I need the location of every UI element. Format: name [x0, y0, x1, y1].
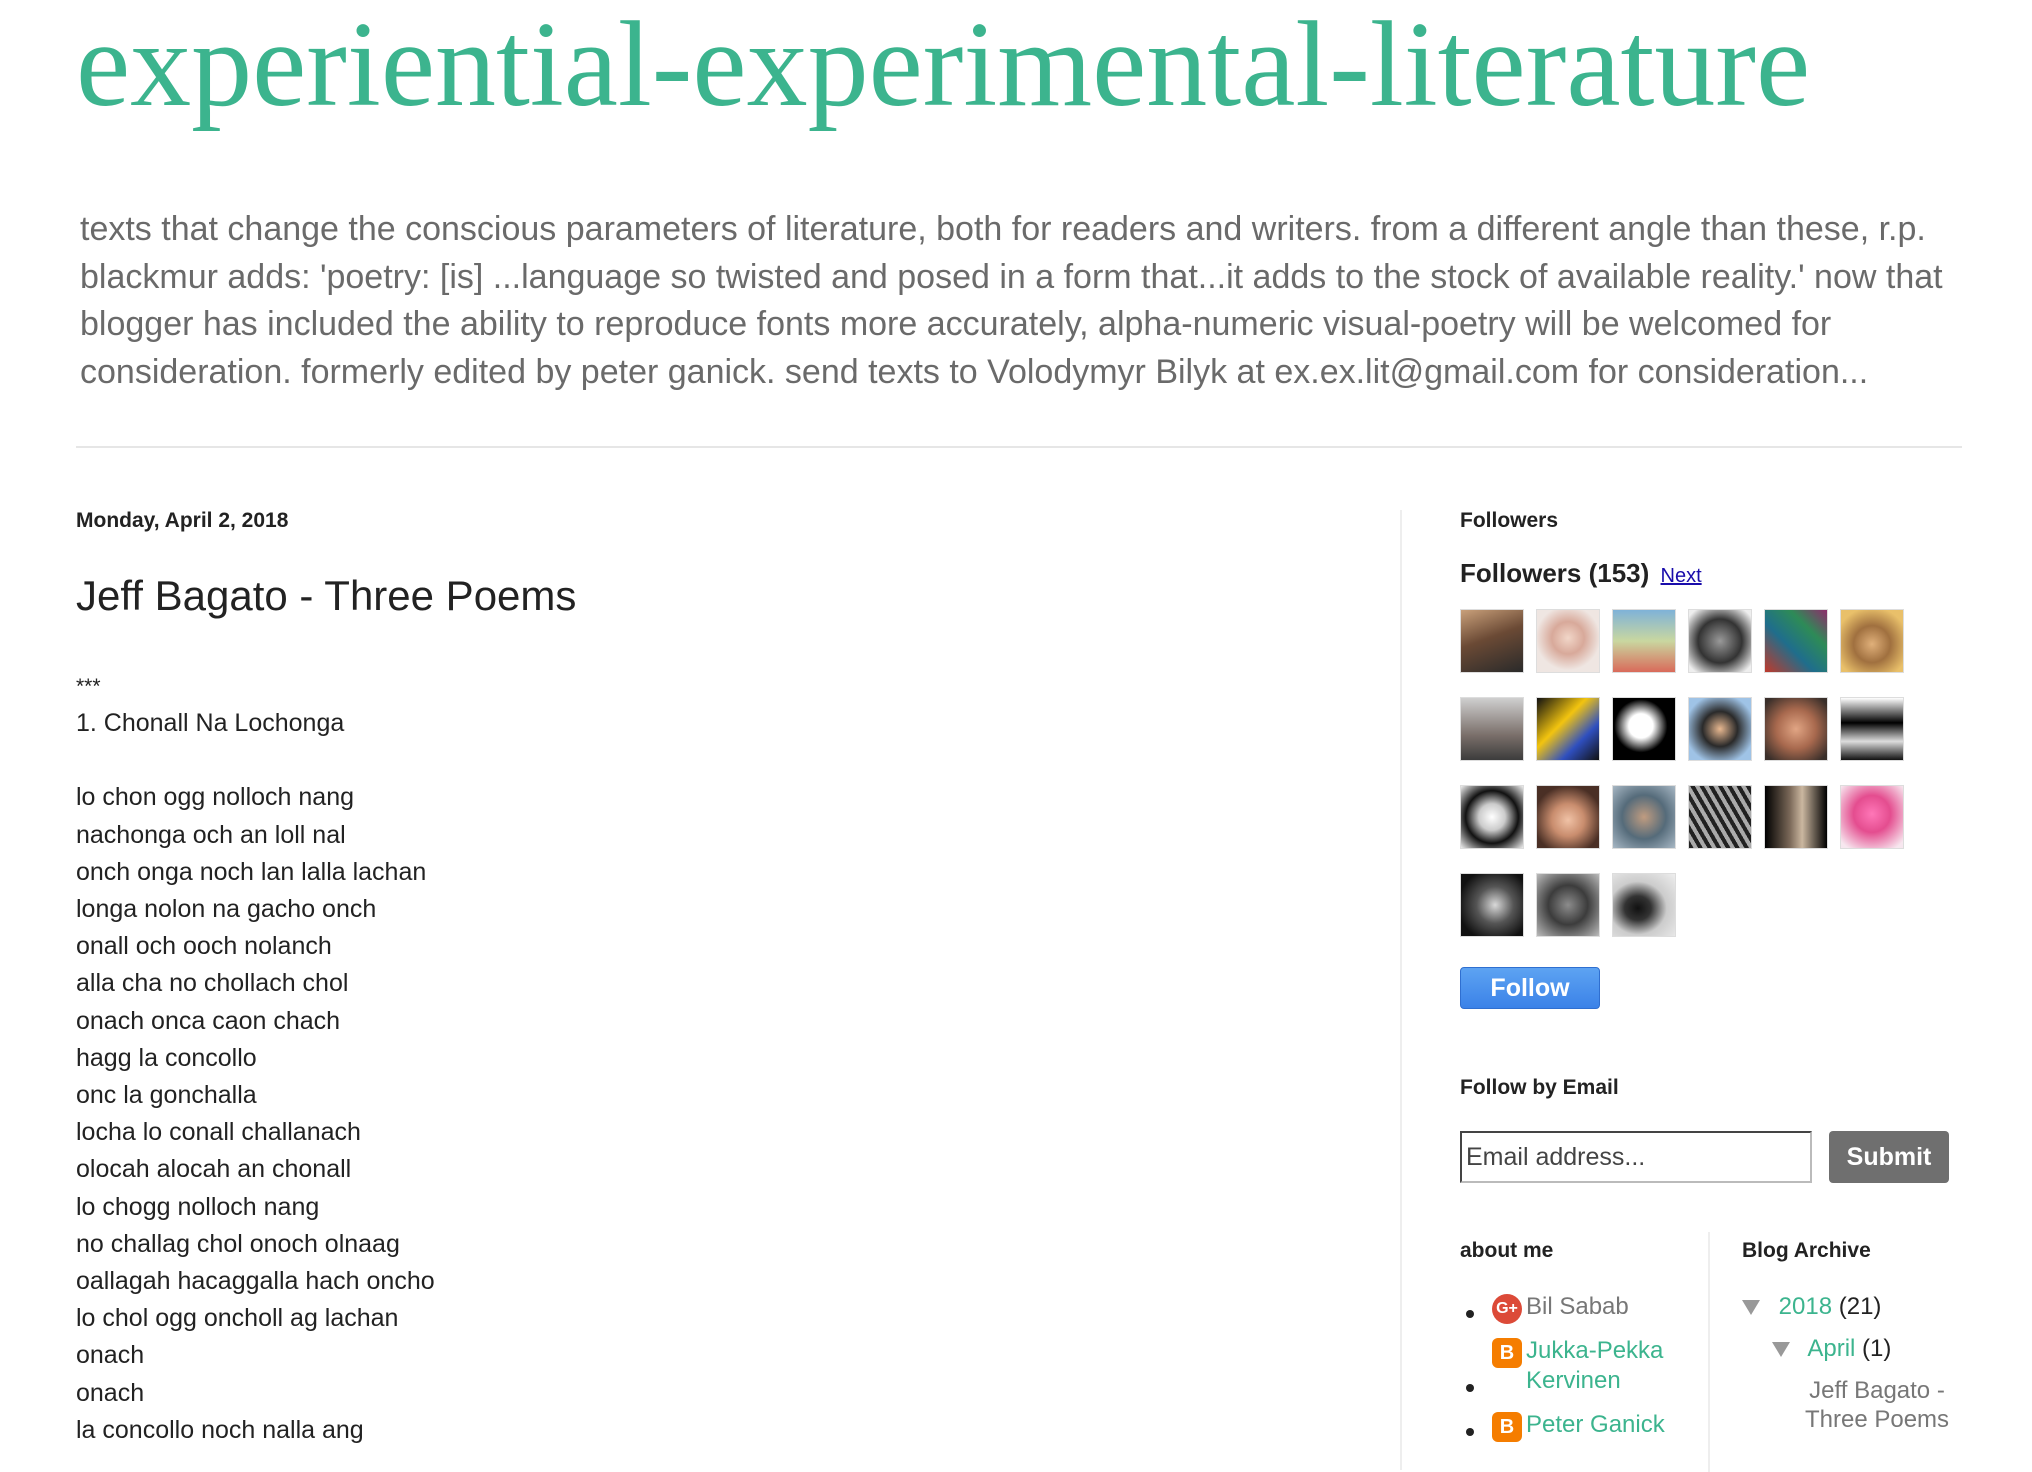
post-body: *** 1. Chonall Na Lochonga lo chon ogg n… — [76, 668, 1366, 1449]
profile-list: G+ Bil Sabab B Jukka-Pekka Kervinen B Pe… — [1460, 1292, 1720, 1442]
main-column: Monday, April 2, 2018 Jeff Bagato - Thre… — [76, 500, 1366, 1449]
bullet — [1466, 1428, 1474, 1436]
follower-avatar[interactable] — [1536, 873, 1600, 937]
poem-line: onach — [76, 1378, 145, 1407]
poem-line: onall och ooch nolanch — [76, 932, 332, 961]
profile-item[interactable]: G+ Bil Sabab — [1460, 1292, 1720, 1324]
expand-triangle-icon[interactable] — [1772, 1342, 1790, 1358]
follower-avatar[interactable] — [1612, 873, 1676, 937]
follower-avatar[interactable] — [1460, 697, 1524, 761]
archive-month-row: April (1) — [1772, 1334, 1982, 1364]
google-plus-icon: G+ — [1492, 1294, 1522, 1324]
poem-line: oallagah hacaggalla hach oncho — [76, 1267, 435, 1296]
follower-avatar[interactable] — [1612, 697, 1676, 761]
blogger-icon: B — [1492, 1412, 1522, 1442]
archive-year-link[interactable]: 2018 — [1779, 1293, 1832, 1320]
blog-description: texts that change the conscious paramete… — [80, 210, 1943, 391]
follower-avatar[interactable] — [1536, 785, 1600, 849]
archive-month-count: (1) — [1862, 1335, 1892, 1362]
blog-archive-title: Blog Archive — [1742, 1239, 1871, 1262]
expand-triangle-icon[interactable] — [1742, 1300, 1760, 1316]
followers-count: Followers (153) Next — [1460, 552, 1980, 597]
follow-by-email-title: Follow by Email — [1460, 1076, 1619, 1099]
follower-avatar[interactable] — [1460, 609, 1524, 673]
email-form: Submit — [1460, 1131, 1980, 1183]
follower-avatars — [1460, 609, 1930, 939]
section-separator: *** — [76, 675, 101, 698]
header-divider — [76, 446, 1962, 448]
poem-line: no challag chol onoch olnaag — [76, 1229, 400, 1258]
poem-line: longa nolon na gacho onch — [76, 895, 377, 924]
email-field[interactable] — [1460, 1131, 1812, 1183]
about-me-widget: about me G+ Bil Sabab B Jukka-Pekka Kerv… — [1460, 1230, 1720, 1454]
follower-avatar[interactable] — [1840, 785, 1904, 849]
poem-line: lo chogg nolloch nang — [76, 1192, 320, 1221]
archive-year-count: (21) — [1838, 1293, 1882, 1320]
follow-by-email-widget: Follow by Email Submit — [1460, 1067, 1980, 1183]
blog-archive-widget: Blog Archive 2018 (21) April (1) Jeff Ba… — [1742, 1230, 1982, 1434]
poem-line: lo chon ogg nolloch nang — [76, 783, 355, 812]
submit-button[interactable]: Submit — [1829, 1131, 1949, 1183]
profile-name[interactable]: Peter Ganick — [1526, 1411, 1665, 1438]
follower-avatar[interactable] — [1536, 609, 1600, 673]
profile-item[interactable]: B Peter Ganick — [1460, 1410, 1720, 1442]
follower-avatar[interactable] — [1612, 785, 1676, 849]
stanza-gap — [76, 742, 1366, 779]
follow-button[interactable]: Follow — [1460, 967, 1600, 1009]
follower-avatar[interactable] — [1764, 609, 1828, 673]
follower-avatar[interactable] — [1764, 697, 1828, 761]
bullet — [1466, 1384, 1474, 1392]
follower-avatar[interactable] — [1460, 785, 1524, 849]
follower-avatar[interactable] — [1688, 609, 1752, 673]
poem-line: locha lo conall challanach — [76, 1118, 361, 1147]
followers-next-link[interactable]: Next — [1661, 565, 1702, 587]
blog-title[interactable]: experiential-experimental-literature — [76, 0, 1810, 130]
follower-avatar[interactable] — [1688, 785, 1752, 849]
profile-item[interactable]: B Jukka-Pekka Kervinen — [1460, 1336, 1720, 1396]
widget-divider — [1708, 1232, 1710, 1472]
follower-avatar[interactable] — [1536, 697, 1600, 761]
poem-line: onach onca caon chach — [76, 1006, 341, 1035]
poem-line: alla cha no chollach chol — [76, 969, 349, 998]
poem-line: la concollo noch nalla ang — [76, 1415, 364, 1444]
about-me-title: about me — [1460, 1239, 1554, 1262]
archive-month-link[interactable]: April — [1807, 1335, 1855, 1362]
poem-line: olocah alocah an chonall — [76, 1155, 352, 1184]
profile-name[interactable]: Bil Sabab — [1526, 1293, 1629, 1320]
poem-title: 1. Chonall Na Lochonga — [76, 709, 345, 738]
post-date: Monday, April 2, 2018 — [76, 509, 289, 532]
follower-avatar[interactable] — [1688, 697, 1752, 761]
poem-line: onach — [76, 1341, 145, 1370]
poem-line: nachonga och an loll nal — [76, 820, 346, 849]
follower-avatar[interactable] — [1460, 873, 1524, 937]
column-divider — [1400, 510, 1402, 1470]
bullet — [1466, 1310, 1474, 1318]
profile-name[interactable]: Jukka-Pekka Kervinen — [1526, 1337, 1663, 1394]
sidebar: Followers Followers (153) Next Follow Fo… — [1460, 500, 1980, 1183]
post-title[interactable]: Jeff Bagato - Three Poems — [76, 568, 1366, 624]
follower-avatar[interactable] — [1840, 609, 1904, 673]
archive-year-row: 2018 (21) — [1742, 1292, 1982, 1322]
poem-line: onc la gonchalla — [76, 1081, 257, 1110]
poem-line: hagg la concollo — [76, 1043, 257, 1072]
poem-line: lo chol ogg oncholl ag lachan — [76, 1304, 399, 1333]
archive-post-link[interactable]: Jeff Bagato - Three Poems — [1802, 1376, 1952, 1434]
followers-widget-title: Followers — [1460, 509, 1559, 532]
follower-avatar[interactable] — [1840, 697, 1904, 761]
archive-list: 2018 (21) April (1) Jeff Bagato - Three … — [1742, 1292, 1982, 1434]
follower-avatar[interactable] — [1612, 609, 1676, 673]
follower-avatar[interactable] — [1764, 785, 1828, 849]
followers-count-label: Followers (153) — [1460, 558, 1650, 588]
blog-header: experiential-experimental-literature tex… — [0, 0, 2032, 450]
blogger-icon: B — [1492, 1338, 1522, 1368]
poem-line: onch onga noch lan lalla lachan — [76, 857, 427, 886]
